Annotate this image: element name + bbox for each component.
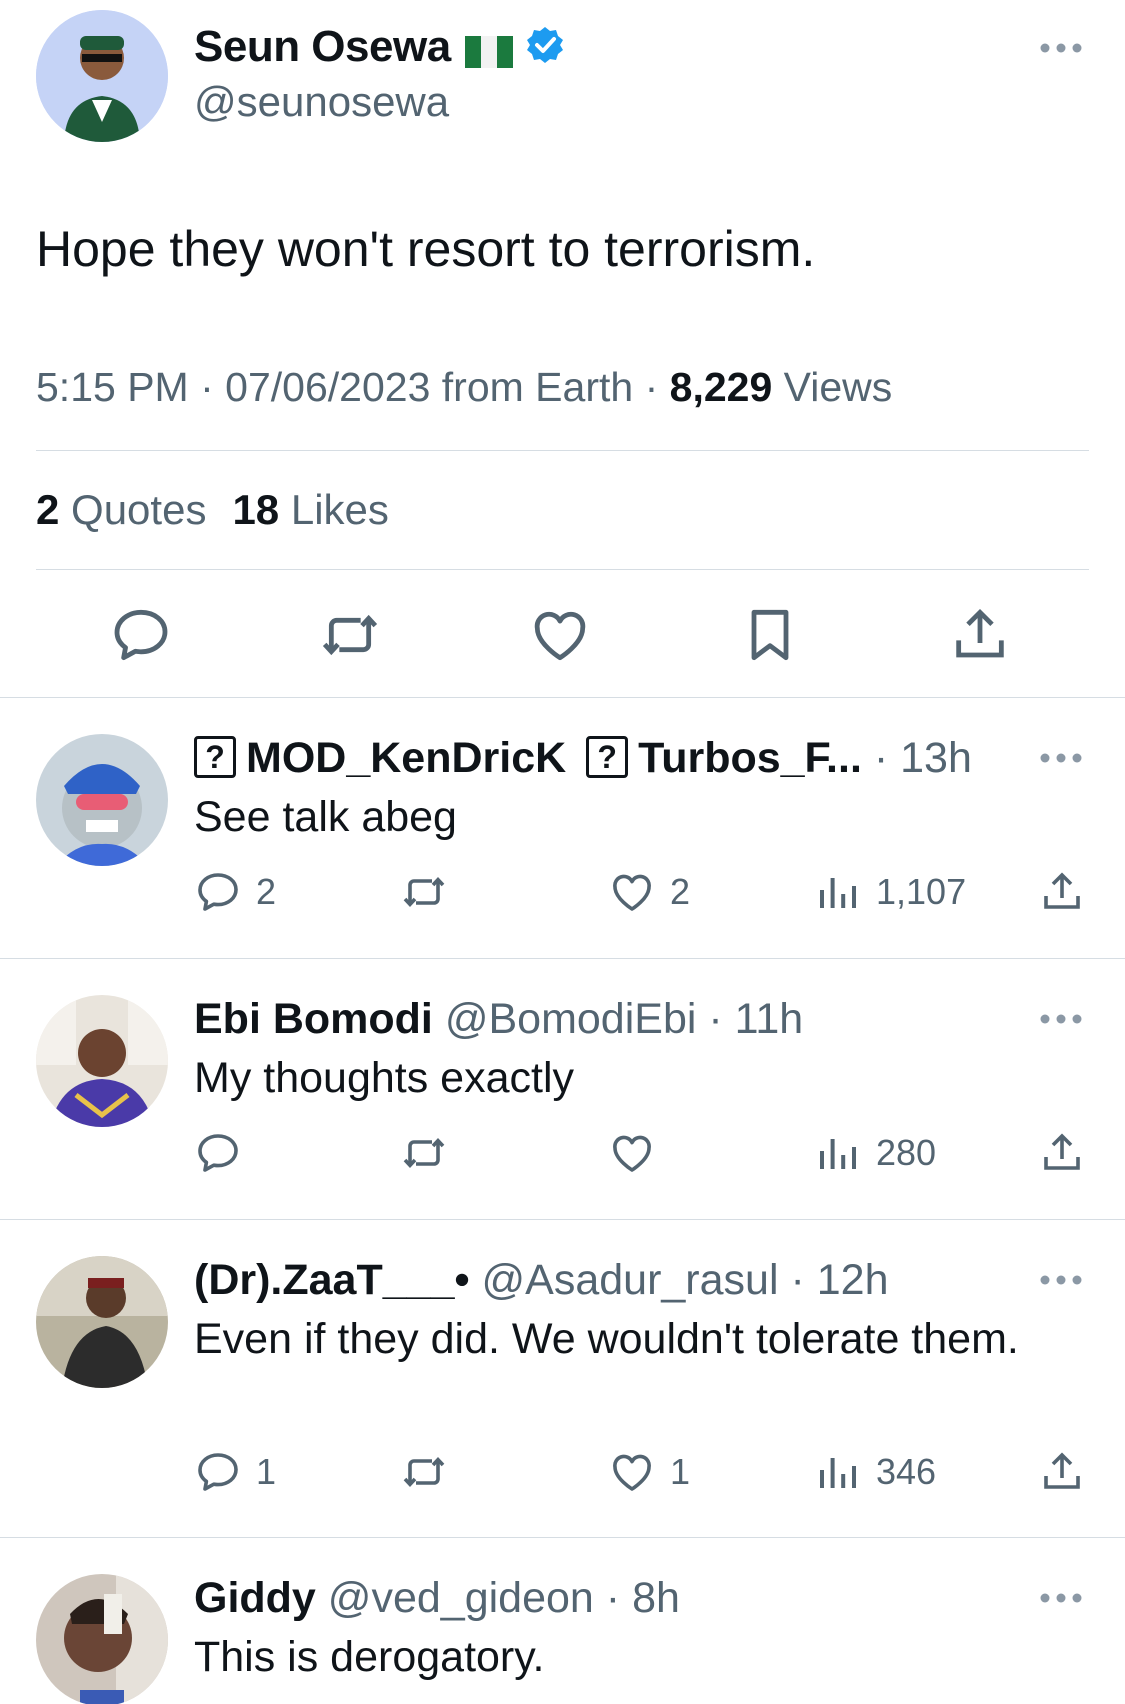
quotes-link[interactable]: 2 Quotes bbox=[36, 486, 206, 533]
views-count: 8,229 bbox=[669, 364, 773, 410]
reply-author-name[interactable]: (Dr).ZaaT___• bbox=[194, 1256, 470, 1304]
share-button[interactable] bbox=[1038, 1129, 1086, 1177]
retweet-icon bbox=[403, 876, 445, 908]
reply-icon bbox=[198, 873, 238, 911]
reply-author-handle[interactable]: @Asadur_rasul bbox=[482, 1256, 779, 1304]
reply-time: 11h bbox=[734, 995, 804, 1043]
like-button[interactable]: 1 bbox=[608, 1448, 690, 1496]
reply-author-handle[interactable]: @BomodiEbi bbox=[445, 995, 697, 1043]
reply-avatar[interactable] bbox=[36, 995, 168, 1127]
reply-button[interactable] bbox=[194, 1129, 256, 1177]
tweet-date[interactable]: 07/06/2023 bbox=[225, 364, 430, 410]
share-button[interactable] bbox=[1038, 1448, 1086, 1496]
reply-author-name[interactable]: Giddy bbox=[194, 1574, 316, 1622]
more-options-icon[interactable] bbox=[1039, 42, 1083, 54]
reply-button[interactable]: 1 bbox=[194, 1448, 276, 1496]
retweet-button[interactable] bbox=[400, 868, 462, 916]
reply-button[interactable]: 2 bbox=[194, 868, 276, 916]
share-icon[interactable] bbox=[948, 603, 1012, 667]
verified-badge-icon bbox=[525, 25, 565, 65]
author-avatar[interactable] bbox=[36, 10, 168, 142]
tweet-metadata: 5:15 PM · 07/06/2023 from Earth · 8,229 … bbox=[36, 364, 893, 410]
reply-time: 13h bbox=[900, 734, 972, 782]
reply-author-name[interactable]: Ebi Bomodi bbox=[194, 995, 433, 1043]
reply-header: ? MOD_KenDricK ? Turbos_F... · 13h bbox=[194, 734, 972, 783]
reply-icon[interactable] bbox=[109, 603, 173, 667]
reply-text: Even if they did. We wouldn't tolerate t… bbox=[194, 1315, 1019, 1363]
like-icon[interactable] bbox=[528, 603, 592, 667]
like-icon bbox=[613, 874, 651, 911]
more-options-icon[interactable] bbox=[1039, 1013, 1083, 1025]
retweet-icon[interactable] bbox=[318, 603, 382, 667]
like-icon bbox=[613, 1454, 651, 1491]
reply-avatar[interactable] bbox=[36, 1256, 168, 1388]
reply-text: My thoughts exactly bbox=[194, 1054, 575, 1102]
views-button[interactable]: 346 bbox=[814, 1448, 936, 1496]
reply-item[interactable]: Giddy @ved_gideon · 8h This is derogator… bbox=[0, 1538, 1125, 1704]
views-chart-icon bbox=[820, 878, 856, 908]
views-button[interactable]: 280 bbox=[814, 1129, 936, 1177]
likes-link[interactable]: 18 Likes bbox=[232, 486, 388, 533]
reply-icon bbox=[198, 1134, 238, 1172]
divider bbox=[36, 450, 1089, 451]
retweet-icon bbox=[403, 1137, 445, 1169]
reply-text: See talk abeg bbox=[194, 793, 457, 841]
retweet-icon bbox=[403, 1456, 445, 1488]
like-button[interactable]: 2 bbox=[608, 868, 690, 916]
share-button[interactable] bbox=[1038, 868, 1086, 916]
reply-header: Ebi Bomodi @BomodiEbi · 11h bbox=[194, 995, 804, 1043]
retweet-button[interactable] bbox=[400, 1129, 462, 1177]
reply-item[interactable]: Ebi Bomodi @BomodiEbi · 11h My thoughts … bbox=[0, 959, 1125, 1220]
more-options-icon[interactable] bbox=[1039, 1592, 1083, 1604]
tweet-source: from Earth bbox=[441, 364, 634, 410]
author-name[interactable]: Seun Osewa bbox=[194, 22, 565, 72]
views-button[interactable]: 1,107 bbox=[814, 868, 966, 916]
bookmark-icon[interactable] bbox=[738, 603, 802, 667]
share-icon bbox=[1044, 872, 1080, 909]
tweet-time[interactable]: 5:15 PM bbox=[36, 364, 189, 410]
reply-icon bbox=[198, 1453, 238, 1491]
share-icon bbox=[1044, 1452, 1080, 1489]
more-options-icon[interactable] bbox=[1039, 1274, 1083, 1286]
reply-author-handle[interactable]: @ved_gideon bbox=[328, 1574, 594, 1622]
like-icon bbox=[613, 1135, 651, 1172]
reply-header: (Dr).ZaaT___• @Asadur_rasul · 12h bbox=[194, 1256, 889, 1304]
unknown-glyph-icon: ? bbox=[194, 735, 236, 778]
author-handle[interactable]: @seunosewa bbox=[194, 78, 449, 126]
reply-text: This is derogatory. bbox=[194, 1633, 545, 1681]
reply-header: Giddy @ved_gideon · 8h bbox=[194, 1574, 680, 1622]
engagement-stats: 2 Quotes 18 Likes bbox=[36, 486, 389, 534]
reply-item[interactable]: ? MOD_KenDricK ? Turbos_F... · 13h See tal… bbox=[0, 698, 1125, 959]
reply-avatar[interactable] bbox=[36, 1574, 168, 1704]
retweet-button[interactable] bbox=[400, 1448, 462, 1496]
share-icon bbox=[1044, 1133, 1080, 1170]
views-chart-icon bbox=[820, 1139, 856, 1169]
views-chart-icon bbox=[820, 1458, 856, 1488]
nigeria-flag-icon bbox=[464, 29, 513, 69]
divider bbox=[36, 569, 1089, 570]
views-label: Views bbox=[783, 364, 893, 410]
reply-avatar[interactable] bbox=[36, 734, 168, 866]
like-button[interactable] bbox=[608, 1129, 670, 1177]
unknown-glyph-icon: ? bbox=[586, 735, 629, 778]
reply-author-handle[interactable]: ? Turbos_F... bbox=[578, 734, 862, 782]
more-options-icon[interactable] bbox=[1039, 752, 1083, 764]
tweet-text: Hope they won't resort to terrorism. bbox=[36, 221, 816, 277]
reply-time: 8h bbox=[632, 1574, 680, 1622]
reply-author-name[interactable]: ? MOD_KenDricK bbox=[194, 734, 566, 782]
reply-item[interactable]: (Dr).ZaaT___• @Asadur_rasul · 12h Even i… bbox=[0, 1220, 1125, 1538]
reply-time: 12h bbox=[816, 1256, 889, 1304]
